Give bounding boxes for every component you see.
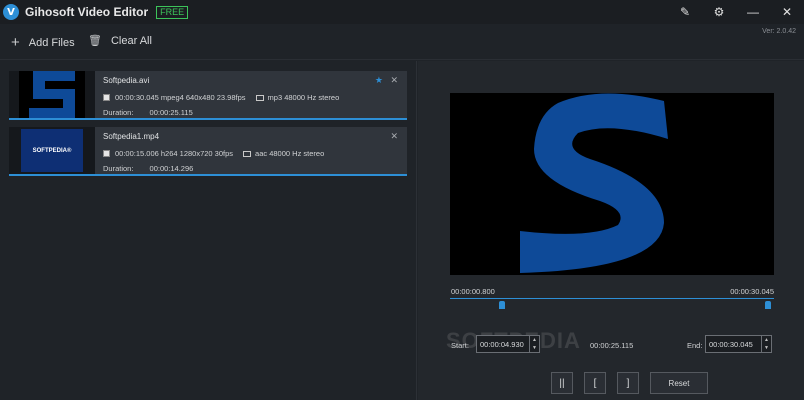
version-label: Ver: 2.0.42 — [762, 28, 796, 35]
end-label: End: — [687, 341, 703, 350]
clear-all-label: Clear All — [110, 34, 152, 47]
start-time-value: 00:00:04.930 — [480, 339, 524, 349]
mark-in-button[interactable]: [ — [584, 372, 606, 394]
clear-all-button[interactable]: 🗑 Clear All — [88, 34, 152, 48]
mark-out-button[interactable]: ] — [617, 372, 639, 394]
video-checkbox[interactable] — [103, 150, 110, 157]
thumbnail-text: SOFTPEDIA® — [21, 129, 83, 172]
file-item[interactable]: SOFTPEDIA® Softpedia1.mp4 00:00:15.006 h… — [9, 127, 407, 176]
add-files-label: Add Files — [28, 36, 75, 49]
app-logo-icon: V — [3, 4, 19, 20]
trim-duration: 00:00:25.115 — [590, 341, 634, 350]
add-files-button[interactable]: + Add Files — [11, 34, 75, 51]
remove-file-icon[interactable]: ✕ — [390, 75, 398, 86]
audio-info: aac 48000 Hz stereo — [255, 149, 325, 158]
audio-icon — [255, 94, 264, 101]
timeline[interactable]: 00:00:00.800 00:00:30.045 — [450, 287, 774, 311]
start-time-input[interactable]: 00:00:04.930 ▲ ▼ — [476, 335, 540, 353]
star-icon[interactable]: ★ — [375, 75, 383, 86]
file-thumbnail: SOFTPEDIA® — [9, 127, 95, 174]
feedback-icon[interactable]: ✎ — [668, 0, 702, 24]
pause-button[interactable]: || — [551, 372, 573, 394]
reset-button[interactable]: Reset — [650, 372, 708, 394]
file-thumbnail — [9, 71, 95, 118]
duration-label: Duration: — [103, 164, 134, 173]
video-checkbox[interactable] — [103, 94, 110, 101]
file-name: Softpedia1.mp4 — [103, 132, 160, 141]
end-time-value: 00:00:30.045 — [709, 339, 753, 349]
video-info: 00:00:15.006 h264 1280x720 30fps — [115, 149, 234, 158]
minimize-icon[interactable]: — — [736, 0, 770, 24]
end-spinner[interactable]: ▲ ▼ — [761, 336, 771, 352]
app-title: Gihosoft Video Editor — [25, 5, 149, 19]
end-handle[interactable] — [765, 301, 771, 309]
duration-value: 00:00:25.115 — [149, 108, 193, 117]
duration-value: 00:00:14.296 — [149, 164, 194, 173]
start-handle[interactable] — [499, 301, 505, 309]
audio-info: mp3 48000 Hz stereo — [267, 93, 340, 102]
free-badge: FREE — [156, 5, 189, 19]
file-list-panel: Softpedia.avi 00:00:30.045 mpeg4 640x480… — [0, 61, 417, 400]
start-label: Start: — [451, 341, 469, 350]
timeline-track[interactable] — [450, 298, 774, 299]
current-time: 00:00:00.800 — [451, 287, 495, 296]
file-name: Softpedia.avi — [103, 76, 150, 85]
start-spinner[interactable]: ▲ ▼ — [529, 336, 539, 352]
video-info: 00:00:30.045 mpeg4 640x480 23.98fps — [115, 93, 246, 102]
title-bar: V Gihosoft Video Editor FREE ✎ ⚙ — ✕ — [0, 0, 804, 24]
audio-icon — [243, 150, 252, 157]
remove-file-icon[interactable]: ✕ — [390, 131, 398, 142]
file-item[interactable]: Softpedia.avi 00:00:30.045 mpeg4 640x480… — [9, 71, 407, 120]
toolbar: + Add Files 🗑 Clear All Ver: 2.0.42 — [0, 24, 804, 60]
video-preview[interactable] — [450, 93, 774, 275]
close-icon[interactable]: ✕ — [770, 0, 804, 24]
end-time-input[interactable]: 00:00:30.045 ▲ ▼ — [705, 335, 772, 353]
plus-icon: + — [11, 34, 20, 51]
gear-icon[interactable]: ⚙ — [702, 0, 736, 24]
duration-label: Duration: — [103, 108, 134, 117]
trash-icon: 🗑 — [88, 35, 102, 47]
total-time: 00:00:30.045 — [730, 287, 774, 296]
